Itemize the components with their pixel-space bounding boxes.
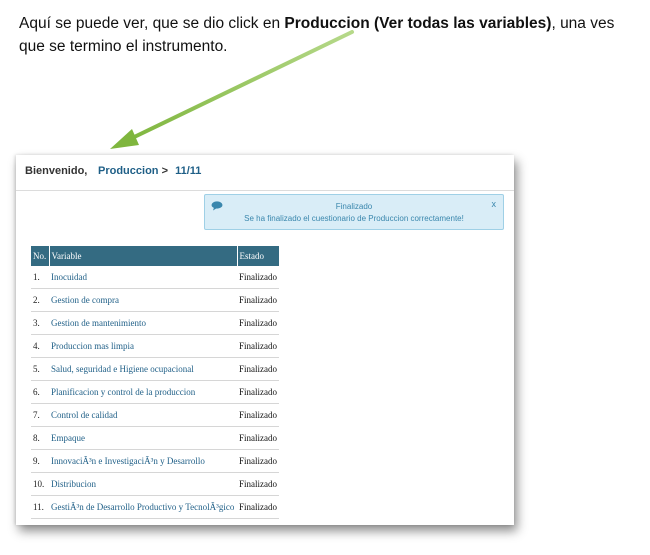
breadcrumb-separator: > xyxy=(161,165,169,177)
variable-link[interactable]: Gestion de mantenimiento xyxy=(49,311,237,335)
row-status: Finalizado xyxy=(237,357,279,381)
finalizado-alert: Finalizado Se ha finalizado el cuestiona… xyxy=(204,194,504,230)
table-row: 3. Gestion de mantenimiento Finalizado xyxy=(31,311,279,335)
row-status: Finalizado xyxy=(237,495,279,519)
row-number: 8. xyxy=(31,426,49,450)
row-number: 1. xyxy=(31,266,49,289)
row-number: 9. xyxy=(31,449,49,473)
variable-link[interactable]: Produccion mas limpia xyxy=(49,334,237,358)
progress-count: 11/11 xyxy=(175,165,202,177)
table-row: 10. Distribucion Finalizado xyxy=(31,472,279,496)
breadcrumb-produccion-link[interactable]: Produccion xyxy=(98,165,159,177)
row-status: Finalizado xyxy=(237,380,279,404)
row-number: 10. xyxy=(31,472,49,496)
variable-link[interactable]: Gestion de compra xyxy=(49,288,237,312)
row-status: Finalizado xyxy=(237,288,279,312)
row-number: 3. xyxy=(31,311,49,335)
variable-link[interactable]: Control de calidad xyxy=(49,403,237,427)
row-number: 5. xyxy=(31,357,49,381)
row-number: 7. xyxy=(31,403,49,427)
table-row: 7. Control de calidad Finalizado xyxy=(31,403,279,427)
table-row: 9. InnovaciÃ³n e InvestigaciÃ³n y Desarro… xyxy=(31,449,279,473)
top-bar: Bienvenido, Produccion > 11/11 xyxy=(16,155,514,191)
welcome-label: Bienvenido, xyxy=(25,165,88,177)
row-status: Finalizado xyxy=(237,266,279,289)
row-status: Finalizado xyxy=(237,334,279,358)
row-number: 11. xyxy=(31,495,49,519)
variable-link[interactable]: Planificacion y control de la produccion xyxy=(49,380,237,404)
table-row: 4. Produccion mas limpia Finalizado xyxy=(31,334,279,358)
row-status: Finalizado xyxy=(237,311,279,335)
row-status: Finalizado xyxy=(237,472,279,496)
row-status: Finalizado xyxy=(237,403,279,427)
row-status: Finalizado xyxy=(237,426,279,450)
variable-link[interactable]: InnovaciÃ³n e InvestigaciÃ³n y Desarroll… xyxy=(49,449,237,473)
table-row: 1. Inocuidad Finalizado xyxy=(31,266,279,289)
table-row: 8. Empaque Finalizado xyxy=(31,426,279,450)
variable-link[interactable]: Empaque xyxy=(49,426,237,450)
table-row: 11. GestiÃ³n de Desarrollo Productivo y T… xyxy=(31,495,279,519)
row-number: 4. xyxy=(31,334,49,358)
table-row: 5. Salud, seguridad e Higiene ocupacional… xyxy=(31,357,279,381)
variable-link[interactable]: Distribucion xyxy=(49,472,237,496)
header-no: No. xyxy=(31,246,50,266)
variables-table: No. Variable Estado 1. Inocuidad Finalizad… xyxy=(31,246,280,519)
header-variable: Variable xyxy=(49,246,238,266)
table-header-row: No. Variable Estado xyxy=(31,246,280,266)
alert-message: Se ha finalizado el cuestionario de Prod… xyxy=(244,214,464,223)
breadcrumb: Produccion > 11/11 xyxy=(98,165,201,177)
variable-link[interactable]: GestiÃ³n de Desarrollo Productivo y Tecn… xyxy=(49,495,237,519)
row-number: 6. xyxy=(31,380,49,404)
variable-link[interactable]: Salud, seguridad e Higiene ocupacional xyxy=(49,357,237,381)
row-status: Finalizado xyxy=(237,449,279,473)
alert-title: Finalizado xyxy=(335,202,373,211)
row-number: 2. xyxy=(31,288,49,312)
header-estado: Estado xyxy=(237,246,280,266)
variable-link[interactable]: Inocuidad xyxy=(49,266,237,289)
table-row: 2. Gestion de compra Finalizado xyxy=(31,288,279,312)
app-screenshot: Bienvenido, Produccion > 11/11 Finalizad… xyxy=(16,155,514,525)
table-row: 6. Planificacion y control de la producci… xyxy=(31,380,279,404)
close-icon[interactable]: x xyxy=(492,199,497,209)
